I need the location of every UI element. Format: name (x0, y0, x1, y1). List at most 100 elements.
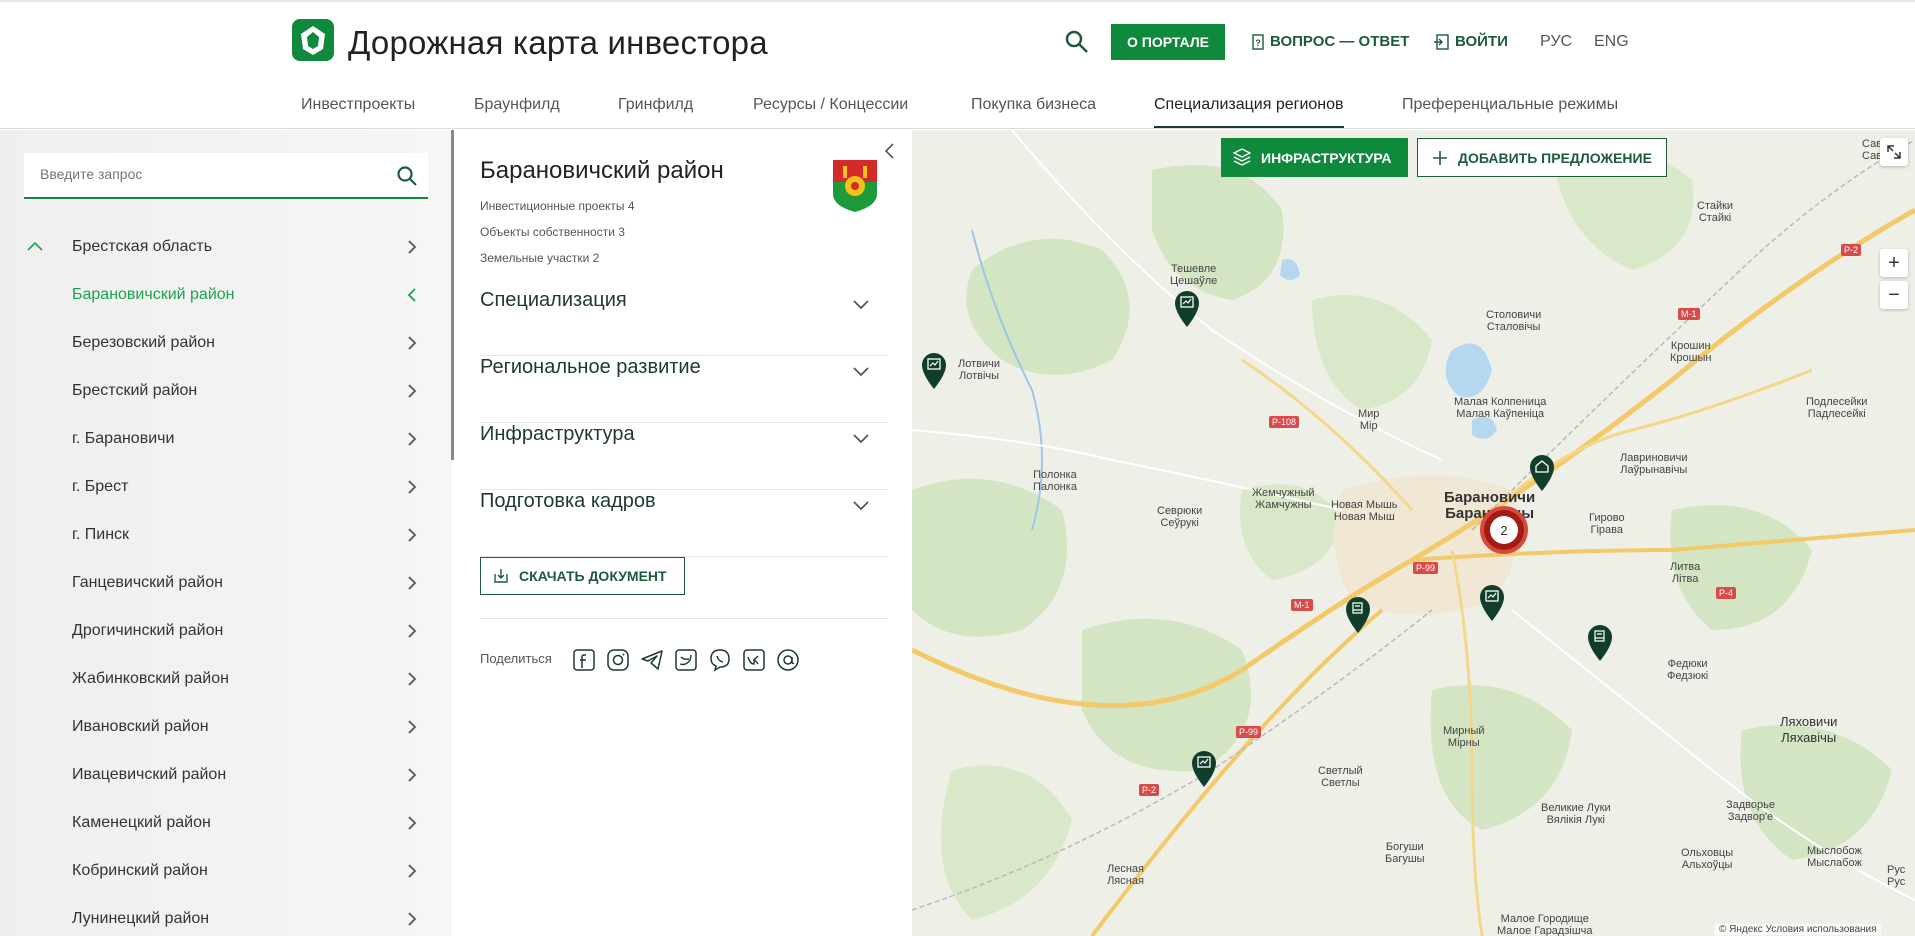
sidebar-item-label: Каменецкий район (72, 814, 211, 831)
map-pin-land-plot[interactable] (1585, 622, 1615, 662)
property-objects-count: Объекты собственности 3 (480, 225, 625, 239)
sidebar-item-pinsk-city[interactable]: г. Пинск (0, 511, 452, 559)
map-label: Мыслобож Мыслабож (1807, 845, 1862, 869)
search-icon[interactable] (396, 165, 418, 187)
chevron-up-icon[interactable] (26, 239, 44, 253)
zoom-out-button[interactable]: − (1880, 281, 1908, 309)
road-shield: Р-108 (1269, 416, 1300, 428)
instagram-icon[interactable] (606, 648, 630, 672)
collapse-panel-icon[interactable] (880, 141, 898, 161)
vk-icon[interactable] (742, 648, 766, 672)
sidebar-item-baranovichi-district[interactable]: Барановичский район (0, 271, 452, 319)
sidebar-item-gantsevichi-district[interactable]: Ганцевичский район (0, 559, 452, 607)
twitter-icon[interactable] (674, 648, 698, 672)
sidebar-item-label: Ганцевичский район (72, 574, 223, 591)
sidebar-item-label: г. Барановичи (72, 430, 175, 447)
sidebar-item-label: Дрогичинский район (72, 622, 224, 639)
download-document-button[interactable]: СКАЧАТЬ ДОКУМЕНТ (480, 557, 685, 595)
login-link[interactable]: ВОЙТИ (1433, 33, 1508, 50)
chevron-right-icon (408, 336, 417, 350)
sidebar-item-ivatsevichi-district[interactable]: Ивацевичский район (0, 751, 452, 799)
nav-greenfield[interactable]: Гринфилд (618, 96, 693, 126)
sidebar-item-drogichin-district[interactable]: Дрогичинский район (0, 607, 452, 655)
chevron-right-icon (408, 576, 417, 590)
map-cluster-marker[interactable]: 2 (1480, 506, 1528, 554)
sidebar-item-brestsky-district[interactable]: Брестский район (0, 367, 452, 415)
share-label: Поделиться (480, 651, 552, 666)
chevron-right-icon (408, 720, 417, 734)
sidebar-item-zhabinka-district[interactable]: Жабинковский район (0, 655, 452, 703)
map-pin-invest-project[interactable] (1477, 582, 1507, 622)
region-search-input[interactable] (24, 153, 364, 195)
lang-ru[interactable]: РУС (1540, 33, 1572, 51)
sidebar-scrollbar[interactable] (451, 130, 454, 460)
map-pin-land-plot[interactable] (1343, 594, 1373, 634)
telegram-icon[interactable] (640, 648, 664, 672)
sidebar-item-kamenets-district[interactable]: Каменецкий район (0, 799, 452, 847)
accordion-title: Подготовка кадров (480, 490, 656, 512)
road-shield: Р-4 (1716, 587, 1737, 599)
sidebar-item-ivanovo-district[interactable]: Ивановский район (0, 703, 452, 751)
email-icon[interactable] (776, 648, 800, 672)
infrastructure-label: ИНФРАСТРУКТУРА (1261, 149, 1392, 166)
map-label: Ляховичи Ляхавічы (1780, 714, 1838, 745)
map-label: Рус Рус (1887, 864, 1906, 888)
chevron-down-icon (853, 501, 869, 511)
map-pin-invest-project[interactable] (1172, 288, 1202, 328)
nav-resources[interactable]: Ресурсы / Концессии (753, 96, 908, 126)
search-icon[interactable] (1064, 29, 1090, 55)
chevron-down-icon (853, 300, 869, 310)
map-copyright[interactable]: © Яндекс Условия использования (1715, 924, 1881, 935)
sidebar-item-label: г. Пинск (72, 526, 130, 543)
layers-icon (1233, 148, 1251, 166)
brand-title[interactable]: Дорожная карта инвестора (348, 24, 768, 62)
accordion-personnel-training[interactable]: Подготовка кадров (480, 490, 888, 557)
map-label: Задворье Задвор'е (1726, 799, 1775, 823)
accordion-specialization[interactable]: Специализация (480, 289, 888, 356)
nav-brownfield[interactable]: Браунфилд (474, 96, 560, 126)
map-label: Богуши Багушы (1385, 841, 1425, 865)
sidebar-item-luninets-district[interactable]: Лунинецкий район (0, 895, 452, 936)
map-label: Полонка Палонка (1033, 469, 1077, 493)
facebook-icon[interactable] (572, 648, 596, 672)
faq-link[interactable]: ? ВОПРОС — ОТВЕТ (1252, 33, 1409, 50)
map-label: Федюки Федзюкі (1667, 658, 1709, 682)
sidebar-item-brest-region[interactable]: Брестская область (0, 223, 452, 271)
add-proposal-button[interactable]: ДОБАВИТЬ ПРЕДЛОЖЕНИЕ (1417, 138, 1667, 177)
map-pin-invest-project[interactable] (1189, 748, 1219, 788)
road-shield: Р-2 (1139, 784, 1160, 796)
map-label: Подлесейки Падлесейкі (1806, 396, 1868, 420)
fullscreen-button[interactable] (1880, 138, 1908, 166)
sidebar-item-label: Лунинецкий район (72, 910, 210, 927)
viber-icon[interactable] (708, 648, 732, 672)
sidebar-item-kobrin-district[interactable]: Кобринский район (0, 847, 452, 895)
chevron-right-icon (408, 528, 417, 542)
accordion-title: Инфраструктура (480, 423, 635, 445)
sidebar-item-brest-city[interactable]: г. Брест (0, 463, 452, 511)
download-icon (494, 569, 508, 583)
chevron-right-icon (408, 432, 417, 446)
sidebar-item-label: Брестская область (72, 238, 213, 255)
zoom-in-button[interactable]: + (1880, 249, 1908, 277)
map-label: Столовичи Сталовічы (1486, 309, 1542, 333)
nav-preferential-regimes[interactable]: Преференциальные режимы (1402, 96, 1618, 126)
accordion-infrastructure[interactable]: Инфраструктура (480, 423, 888, 490)
map-pin-invest-project[interactable] (919, 350, 949, 390)
nav-business-purchase[interactable]: Покупка бизнеса (971, 96, 1096, 126)
site-header: Дорожная карта инвестора О ПОРТАЛЕ ? ВОП… (0, 2, 1915, 129)
sidebar-item-baranovichi-city[interactable]: г. Барановичи (0, 415, 452, 463)
chevron-right-icon (408, 816, 417, 830)
nav-region-specialization[interactable]: Специализация регионов (1154, 96, 1344, 128)
sidebar-item-berezovsky-district[interactable]: Березовский район (0, 319, 452, 367)
map-label: Малое Городище Малое Гарадзішча (1497, 913, 1593, 936)
about-portal-button[interactable]: О ПОРТАЛЕ (1111, 24, 1225, 60)
region-search (24, 153, 428, 199)
nav-investprojects[interactable]: Инвестпроекты (301, 96, 415, 126)
infrastructure-button[interactable]: ИНФРАСТРУКТУРА (1221, 138, 1408, 177)
lang-en[interactable]: ENG (1594, 33, 1629, 51)
logo-icon[interactable] (292, 19, 334, 61)
sidebar-item-label: Барановичский район (72, 286, 235, 303)
map-pin-property[interactable] (1527, 452, 1557, 492)
map-label: Новая Мышь Новая Мыш (1331, 499, 1398, 523)
accordion-regional-development[interactable]: Региональное развитие (480, 356, 888, 423)
